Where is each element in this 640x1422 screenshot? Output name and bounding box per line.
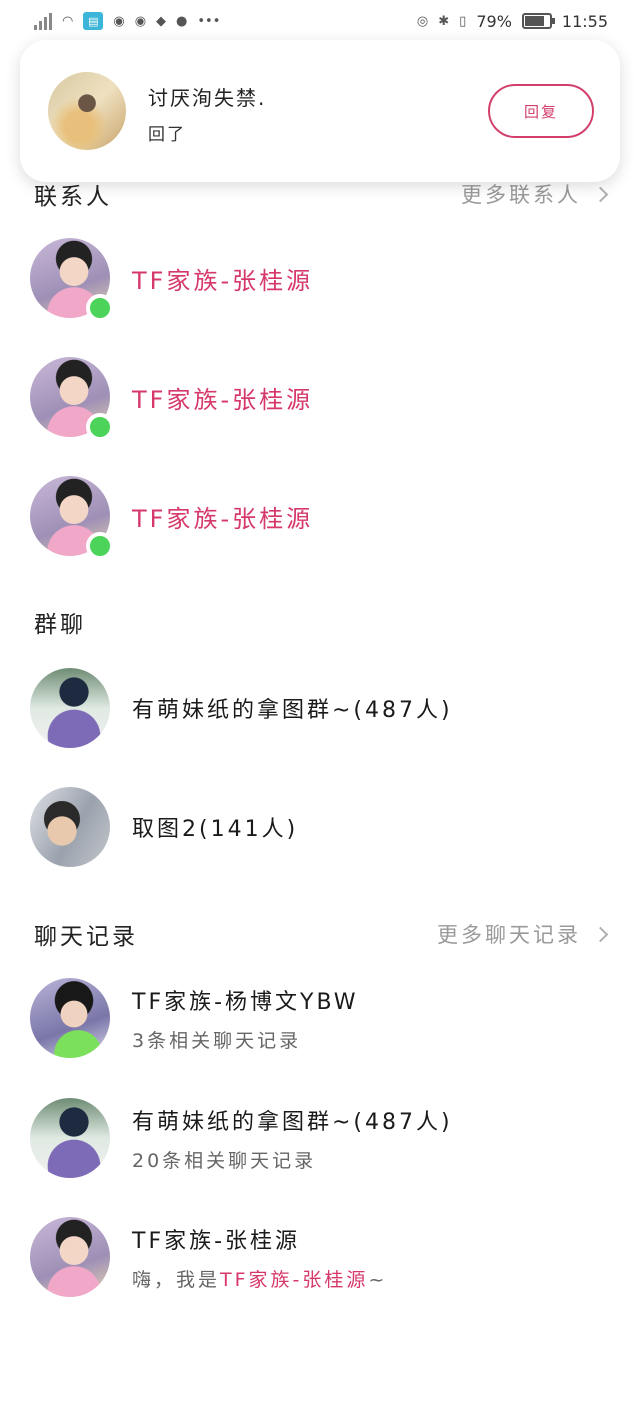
contact-name: TF家族-张桂源 — [132, 266, 314, 295]
history-detail: 嗨，我是TF家族-张桂源~ — [132, 1265, 387, 1292]
more-history-link[interactable]: 更多聊天记录 — [437, 919, 609, 949]
notification-dot-icon: ◉ — [134, 13, 147, 29]
status-bar-right: ◎ ✱ ▯ 79% 11:55 — [417, 12, 608, 31]
avatar — [30, 238, 114, 322]
eye-icon: ◎ — [416, 13, 429, 29]
status-bar-left: ◠ ▤ ◉ ◉ ◆ ● ••• — [34, 12, 220, 30]
status-bar: ◠ ▤ ◉ ◉ ◆ ● ••• ◎ ✱ ▯ 79% 11:55 — [0, 0, 640, 42]
group-item[interactable]: 取图2(141人) — [30, 787, 610, 867]
history-name: 有萌妹纸的拿图群~(487人) — [132, 1109, 453, 1135]
message-notification[interactable]: 讨厌洵失禁. 回了 回复 — [20, 40, 620, 182]
avatar — [48, 72, 126, 150]
chevron-right-icon — [592, 186, 609, 202]
avatar — [30, 1217, 110, 1297]
section-title: 群聊 — [34, 612, 86, 638]
avatar — [30, 668, 110, 748]
group-item[interactable]: 有萌妹纸的拿图群~(487人) — [30, 668, 610, 748]
avatar — [30, 476, 114, 560]
battery-percent: 79% — [476, 11, 512, 31]
section-title: 聊天记录 — [34, 924, 138, 950]
section-title: 联系人 — [34, 184, 112, 210]
notification-sender: 讨厌洵失禁. — [148, 86, 267, 110]
contact-item[interactable]: TF家族-张桂源 — [30, 476, 610, 560]
contact-name: TF家族-张桂源 — [132, 385, 314, 414]
more-contacts-label: 更多联系人 — [461, 183, 581, 207]
avatar — [30, 357, 114, 441]
chevron-right-icon — [592, 926, 609, 942]
notification-message: 回了 — [148, 125, 186, 145]
vibrate-icon: ▯ — [459, 13, 467, 29]
signal-icon — [34, 12, 52, 30]
history-section-header: 聊天记录 更多聊天记录 — [34, 914, 609, 954]
more-contacts-link[interactable]: 更多联系人 — [461, 179, 609, 209]
history-item[interactable]: 有萌妹纸的拿图群~(487人) 20条相关聊天记录 — [30, 1098, 610, 1178]
history-detail: 3条相关聊天记录 — [132, 1029, 302, 1052]
contact-item[interactable]: TF家族-张桂源 — [30, 238, 610, 322]
detail-highlight: TF家族-张桂源 — [220, 1268, 369, 1291]
group-name: 取图2(141人) — [132, 817, 299, 842]
app-book-icon: ▤ — [83, 12, 104, 30]
history-name: TF家族-张桂源 — [132, 1228, 301, 1254]
history-detail: 20条相关聊天记录 — [132, 1149, 317, 1172]
avatar — [30, 1098, 110, 1178]
notification-dot-icon: ◉ — [113, 13, 125, 29]
diamond-icon: ◆ — [156, 13, 167, 29]
history-name: TF家族-杨博文YBW — [132, 989, 359, 1015]
more-icon: ••• — [197, 13, 221, 29]
detail-prefix: 嗨，我是 — [132, 1268, 221, 1291]
wechat-icon: ● — [176, 13, 188, 29]
clock: 11:55 — [561, 11, 608, 31]
bluetooth-icon: ✱ — [438, 13, 450, 29]
contact-item[interactable]: TF家族-张桂源 — [30, 357, 610, 441]
online-status-icon — [86, 532, 114, 560]
online-status-icon — [86, 413, 114, 441]
detail-suffix: ~ — [368, 1268, 388, 1291]
history-item[interactable]: TF家族-杨博文YBW 3条相关聊天记录 — [30, 978, 610, 1058]
history-item[interactable]: TF家族-张桂源 嗨，我是TF家族-张桂源~ — [30, 1217, 610, 1297]
avatar — [30, 978, 110, 1058]
battery-icon — [521, 13, 555, 29]
more-history-label: 更多聊天记录 — [437, 923, 581, 947]
online-status-icon — [86, 294, 114, 322]
group-name: 有萌妹纸的拿图群~(487人) — [132, 698, 453, 723]
avatar — [30, 787, 110, 867]
wifi-icon: ◠ — [62, 13, 74, 29]
groups-section-header: 群聊 — [34, 602, 606, 642]
contact-name: TF家族-张桂源 — [132, 504, 314, 533]
reply-button[interactable]: 回复 — [488, 84, 594, 138]
battery-level — [524, 16, 544, 26]
